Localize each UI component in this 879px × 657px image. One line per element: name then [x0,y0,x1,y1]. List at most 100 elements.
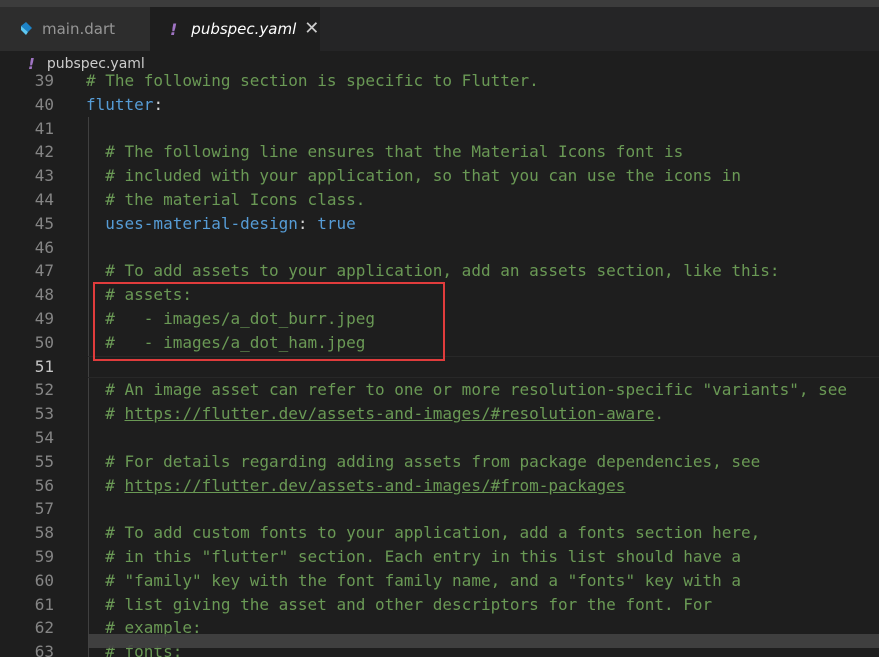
code-line[interactable]: 51 [0,355,879,379]
code-text: # For details regarding adding assets fr… [86,450,760,474]
line-number: 40 [34,94,54,114]
code-line[interactable]: 42 # The following line ensures that the… [0,140,879,164]
code-text: flutter: [86,93,163,117]
tab-label: pubspec.yaml [191,20,297,38]
code-line[interactable]: 50 # - images/a_dot_ham.jpeg [0,331,879,355]
code-text: # https://flutter.dev/assets-and-images/… [86,402,664,426]
line-number: 47 [34,261,54,281]
code-line[interactable]: 46 [0,236,879,260]
code-line[interactable]: 55 # For details regarding adding assets… [0,450,879,474]
line-number: 54 [34,428,54,447]
line-number: 51 [34,356,54,376]
code-text: # https://flutter.dev/assets-and-images/… [86,474,625,498]
code-token: # [86,404,125,424]
line-number: 41 [34,118,54,138]
code-token: uses-material-design [105,213,298,233]
code-link[interactable]: https://flutter.dev/assets-and-images/#f… [125,476,626,495]
line-number: 55 [34,451,54,471]
code-line[interactable]: 61 # list giving the asset and other des… [0,593,879,617]
editor-tab-bar: main.dart ! pubspec.yaml ✕ [0,7,879,51]
code-text: # - images/a_dot_burr.jpeg [86,307,375,331]
code-token: # The following line ensures that the Ma… [86,142,684,162]
code-line[interactable]: 48 # assets: [0,283,879,307]
line-number: 56 [34,475,54,495]
code-line[interactable]: 47 # To add assets to your application, … [0,259,879,283]
code-line[interactable]: 41 [0,117,879,141]
code-token: : [153,94,164,114]
line-number: 48 [34,285,54,305]
code-token: # list giving the asset and other descri… [86,594,713,614]
horizontal-scrollbar[interactable] [88,634,879,648]
code-text: # The following section is specific to F… [86,69,539,93]
code-token: true [317,213,356,233]
line-number: 45 [34,213,54,233]
code-token: # To add assets to your application, add… [86,261,780,281]
code-token: # An image asset can refer to one or mor… [86,380,847,400]
line-number: 57 [34,499,54,519]
code-line[interactable]: 45 uses-material-design: true [0,212,879,236]
code-token: . [654,404,664,424]
code-text: # - images/a_dot_ham.jpeg [86,331,365,355]
code-line[interactable]: 54 [0,426,879,450]
code-line[interactable]: 53 # https://flutter.dev/assets-and-imag… [0,402,879,426]
line-number: 49 [34,309,54,328]
line-number: 43 [34,166,54,186]
line-number: 61 [34,594,54,614]
code-text: # assets: [86,283,192,307]
code-text: # To add assets to your application, add… [86,259,780,283]
line-number: 52 [34,380,54,400]
window-top-strip [0,0,879,7]
line-number: 44 [34,190,54,209]
code-line[interactable]: 59 # in this "flutter" section. Each ent… [0,545,879,569]
code-link[interactable]: https://flutter.dev/assets-and-images/#r… [125,404,655,423]
line-number: 58 [34,523,54,543]
code-line[interactable]: 49 # - images/a_dot_burr.jpeg [0,307,879,331]
line-number: 59 [34,547,54,566]
code-editor[interactable]: 39 # The following section is specific to… [0,69,879,657]
dart-icon [21,22,32,35]
code-token: # "family" key with the font family name… [86,570,742,590]
code-text: # To add custom fonts to your applicatio… [86,521,760,545]
line-number: 53 [34,404,54,424]
code-token: # To add custom fonts to your applicatio… [86,523,761,543]
code-token: # the material Icons class. [86,190,366,209]
code-token: # assets: [86,285,192,305]
code-line[interactable]: 60 # "family" key with the font family n… [0,569,879,593]
line-number: 62 [34,618,54,638]
code-token: # - images/a_dot_ham.jpeg [86,332,366,352]
line-number: 50 [34,332,54,352]
code-text: # in this "flutter" section. Each entry … [86,545,741,569]
code-line[interactable]: 58 # To add custom fonts to your applica… [0,521,879,545]
code-token: # [86,475,125,495]
code-line[interactable]: 40 flutter: [0,93,879,117]
code-line[interactable]: 56 # https://flutter.dev/assets-and-imag… [0,474,879,498]
code-line[interactable]: 57 [0,497,879,521]
code-line[interactable]: 52 # An image asset can refer to one or … [0,378,879,402]
code-text: # the material Icons class. [86,188,365,212]
code-text: # An image asset can refer to one or mor… [86,378,847,402]
code-token: # For details regarding adding assets fr… [86,451,761,471]
code-text: # list giving the asset and other descri… [86,593,712,617]
close-icon[interactable]: ✕ [304,20,319,38]
code-token: # - images/a_dot_burr.jpeg [86,309,375,328]
code-line[interactable]: 43 # included with your application, so … [0,164,879,188]
code-line[interactable]: 44 # the material Icons class. [0,188,879,212]
code-text: # "family" key with the font family name… [86,569,741,593]
code-text: # The following line ensures that the Ma… [86,140,683,164]
current-line-highlight [88,355,879,378]
tab-main-dart[interactable]: main.dart [0,7,150,51]
line-number: 60 [34,570,54,590]
line-number: 46 [34,237,54,257]
code-text: uses-material-design: true [86,212,356,236]
code-token: flutter [86,94,154,114]
line-number: 63 [34,642,54,657]
yaml-icon: ! [170,19,178,39]
line-number: 39 [34,71,54,90]
line-number: 42 [34,142,54,162]
code-token: : [297,213,318,233]
tab-label: main.dart [42,20,116,38]
tab-pubspec-yaml[interactable]: ! pubspec.yaml ✕ [150,7,320,51]
code-text: # included with your application, so tha… [86,164,741,188]
code-line[interactable]: 39 # The following section is specific to… [0,69,879,93]
